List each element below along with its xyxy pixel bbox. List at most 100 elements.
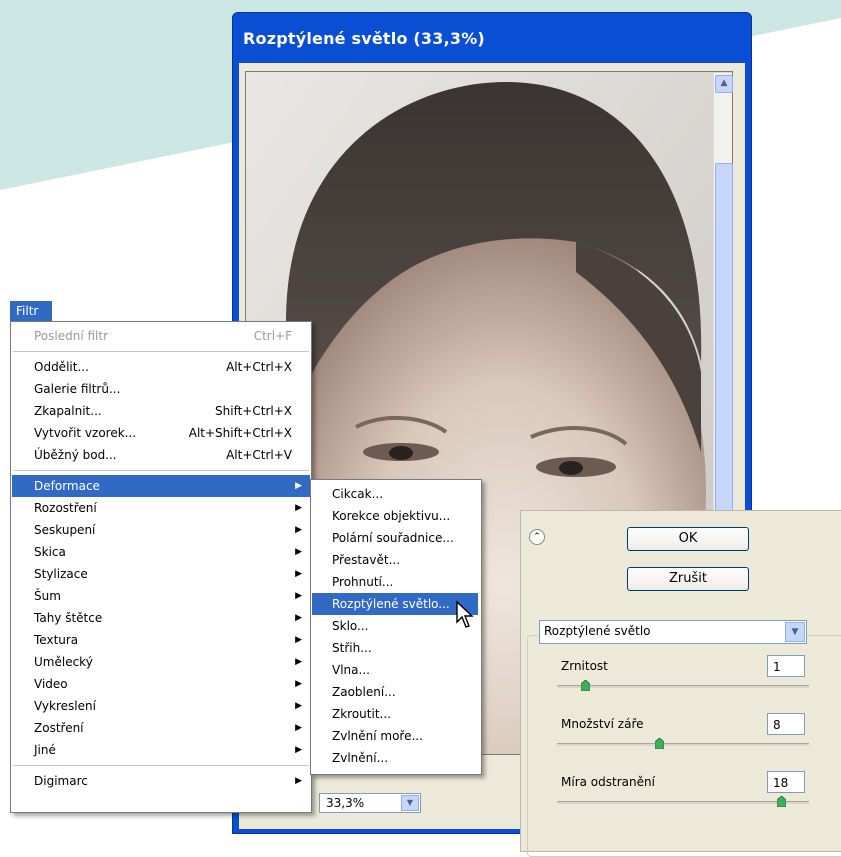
menu-item[interactable]: Umělecký ▶: [12, 651, 310, 673]
menu-item[interactable]: Seskupení ▶: [12, 519, 310, 541]
submenu-arrow-icon: ▶: [295, 503, 302, 513]
chevron-down-icon[interactable]: ▼: [785, 622, 805, 642]
menu-item[interactable]: Stylizace ▶: [12, 563, 310, 585]
submenu-item-label: Sklo...: [332, 619, 369, 633]
menu-item-label: Galerie filtrů...: [34, 382, 121, 396]
menu-separator: [13, 470, 309, 471]
param-value-input[interactable]: 18: [767, 771, 805, 793]
menu-title-filtr[interactable]: Filtr: [10, 301, 52, 321]
menu-item[interactable]: Digimarc ▶: [12, 770, 310, 792]
menu-item: Poslední filtr Ctrl+F: [12, 325, 310, 347]
menu-item[interactable]: Jiné ▶: [12, 739, 310, 761]
submenu-item[interactable]: Cikcak...: [312, 483, 478, 505]
submenu-arrow-icon: ▶: [295, 591, 302, 601]
submenu-item[interactable]: Přestavět...: [312, 549, 478, 571]
submenu-item-label: Zvlnění...: [332, 751, 389, 765]
submenu-arrow-icon: ▶: [295, 635, 302, 645]
menu-item-shortcut: Alt+Ctrl+V: [226, 448, 292, 462]
scroll-up-icon[interactable]: ▲: [715, 75, 733, 93]
menu-item[interactable]: Oddělit... Alt+Ctrl+X: [12, 356, 310, 378]
submenu-arrow-icon: ▶: [295, 723, 302, 733]
submenu-arrow-icon: ▶: [295, 657, 302, 667]
menu-item[interactable]: Video ▶: [12, 673, 310, 695]
submenu-item[interactable]: Zvlnění moře...: [312, 725, 478, 747]
param-slider-knob[interactable]: [581, 680, 591, 691]
submenu-item[interactable]: Sklo...: [312, 615, 478, 637]
submenu-item[interactable]: Zkroutit...: [312, 703, 478, 725]
menu-item-label: Zostření: [34, 721, 84, 735]
submenu-item-label: Zvlnění moře...: [332, 729, 423, 743]
menu-item-label: Umělecký: [34, 655, 93, 669]
menu-item-label: Zkapalnit...: [34, 404, 102, 418]
menu-item[interactable]: Zkapalnit... Shift+Ctrl+X: [12, 400, 310, 422]
menu-item[interactable]: Zostření ▶: [12, 717, 310, 739]
param-label: Zrnitost: [561, 659, 608, 673]
submenu-item[interactable]: Střih...: [312, 637, 478, 659]
menu-separator: [13, 765, 309, 766]
menu-item[interactable]: Textura ▶: [12, 629, 310, 651]
submenu-arrow-icon: ▶: [295, 525, 302, 535]
menu-item-label: Tahy štětce: [34, 611, 103, 625]
submenu-item-label: Přestavět...: [332, 553, 401, 567]
chevron-down-icon[interactable]: ▼: [401, 795, 419, 811]
param-label: Míra odstranění: [561, 775, 655, 789]
menu-item[interactable]: Rozostření ▶: [12, 497, 310, 519]
submenu-item-label: Korekce objektivu...: [332, 509, 451, 523]
submenu-item-label: Vlna...: [332, 663, 370, 677]
submenu-item[interactable]: Zaoblení...: [312, 681, 478, 703]
submenu-item[interactable]: Korekce objektivu...: [312, 505, 478, 527]
param-slider-knob[interactable]: [776, 796, 786, 807]
ok-button[interactable]: OK: [627, 527, 749, 551]
menu-item-label: Šum: [34, 589, 61, 603]
menu-item-label: Rozostření: [34, 501, 97, 515]
menu-item-shortcut: Alt+Ctrl+X: [226, 360, 292, 374]
param-label: Množství záře: [561, 717, 644, 731]
window-title: Rozptýlené světlo (33,3%): [243, 29, 485, 48]
menu-item-label: Skica: [34, 545, 66, 559]
cancel-button[interactable]: Zrušit: [627, 567, 749, 591]
menu-item-label: Stylizace: [34, 567, 88, 581]
submenu-item-label: Cikcak...: [332, 487, 384, 501]
menu-item-label: Oddělit...: [34, 360, 89, 374]
menu-separator: [13, 351, 309, 352]
submenu-arrow-icon: ▶: [295, 613, 302, 623]
submenu-item[interactable]: Rozptýlené světlo...: [312, 593, 478, 615]
submenu-item-label: Polární souřadnice...: [332, 531, 454, 545]
filter-select[interactable]: Rozptýlené světlo ▼: [539, 620, 807, 644]
param-slider-track[interactable]: [557, 801, 809, 804]
param-slider-track[interactable]: [557, 685, 809, 688]
menu-item[interactable]: Deformace ▶: [12, 475, 310, 497]
submenu-item[interactable]: Polární souřadnice...: [312, 527, 478, 549]
menu-item-label: Vykreslení: [34, 699, 96, 713]
menu-item-shortcut: Shift+Ctrl+X: [215, 404, 292, 418]
submenu-item[interactable]: Prohnutí...: [312, 571, 478, 593]
menu-item-label: Deformace: [34, 479, 100, 493]
param-value-input[interactable]: 8: [767, 713, 805, 735]
menu-item[interactable]: Tahy štětce ▶: [12, 607, 310, 629]
menu-item[interactable]: Galerie filtrů...: [12, 378, 310, 400]
param-value-input[interactable]: 1: [767, 655, 805, 677]
menu-item[interactable]: Úběžný bod... Alt+Ctrl+V: [12, 444, 310, 466]
menu-item-shortcut: Ctrl+F: [253, 329, 292, 343]
submenu-arrow-icon: ▶: [295, 569, 302, 579]
filter-dialog: ⌃ OK Zrušit Rozptýlené světlo ▼ Zrnitost…: [520, 510, 841, 857]
zoom-select[interactable]: 33,3% ▼: [319, 793, 421, 813]
submenu-arrow-icon: ▶: [295, 745, 302, 755]
param-slider-knob[interactable]: [654, 738, 664, 749]
filter-select-value: Rozptýlené světlo: [544, 624, 651, 638]
collapse-icon[interactable]: ⌃: [529, 529, 545, 545]
submenu-arrow-icon: ▶: [295, 679, 302, 689]
menu-item[interactable]: Skica ▶: [12, 541, 310, 563]
menu-item-label: Poslední filtr: [34, 329, 109, 343]
submenu-item[interactable]: Zvlnění...: [312, 747, 478, 769]
menu-item[interactable]: Šum ▶: [12, 585, 310, 607]
filter-menu: Poslední filtr Ctrl+F Oddělit... Alt+Ctrl+X…: [10, 321, 312, 813]
submenu-item[interactable]: Vlna...: [312, 659, 478, 681]
submenu-item-label: Rozptýlené světlo...: [332, 597, 450, 611]
submenu-item-label: Zaoblení...: [332, 685, 396, 699]
param-slider-track[interactable]: [557, 743, 809, 746]
menu-item-label: Digimarc: [34, 774, 88, 788]
menu-item-shortcut: Alt+Shift+Ctrl+X: [188, 426, 292, 440]
menu-item[interactable]: Vykreslení ▶: [12, 695, 310, 717]
menu-item[interactable]: Vytvořit vzorek... Alt+Shift+Ctrl+X: [12, 422, 310, 444]
